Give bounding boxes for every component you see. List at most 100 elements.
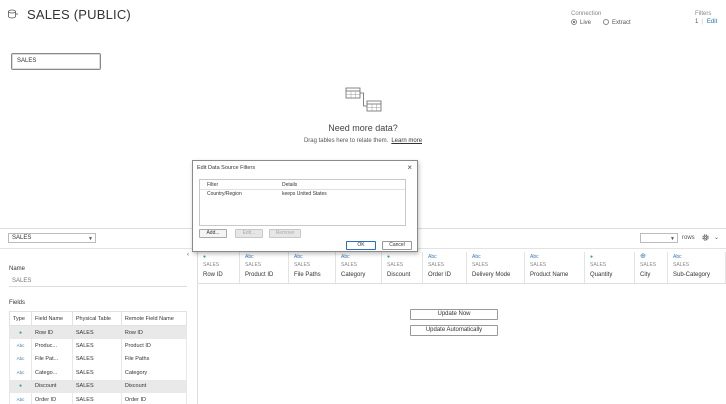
- grid-column-header[interactable]: ⊕ SALES City: [635, 252, 668, 283]
- field-type-cell[interactable]: Abc: [9, 393, 32, 404]
- field-field-cell[interactable]: Produc...: [31, 339, 73, 353]
- column-source: SALES: [640, 262, 657, 268]
- table-row[interactable]: Abc File Pat... SALES File Paths: [9, 352, 188, 366]
- string-type-icon[interactable]: Abc: [673, 254, 682, 260]
- number-type-icon[interactable]: ●: [203, 254, 206, 260]
- learn-more-link[interactable]: Learn more: [391, 138, 422, 144]
- field-remote-cell: Product ID: [120, 339, 188, 353]
- filters-list: Filter Details Country/Region keeps Unit…: [199, 179, 406, 226]
- table-select[interactable]: SALES ▼: [8, 233, 96, 243]
- column-source: SALES: [673, 262, 690, 268]
- field-type-cell[interactable]: ●: [9, 325, 32, 339]
- chevron-down-icon: ▼: [670, 236, 675, 242]
- filters-label: Filters: [695, 11, 712, 17]
- dialog-title: Edit Data Source Filters: [197, 165, 256, 171]
- connection-live-radio[interactable]: Live: [571, 19, 591, 26]
- col-remote-field-name[interactable]: Remote Field Name: [120, 311, 188, 326]
- string-type-icon[interactable]: Abc: [245, 254, 254, 260]
- field-table-cell: SALES: [71, 393, 122, 404]
- table-row[interactable]: ● Discount SALES Discount: [9, 379, 188, 393]
- column-source: SALES: [590, 262, 607, 268]
- collapse-left-icon[interactable]: ‹: [187, 252, 189, 258]
- field-remote-cell: Row ID: [120, 325, 188, 339]
- table-row[interactable]: Abc Catego... SALES Category: [9, 366, 188, 380]
- close-icon[interactable]: ×: [407, 163, 412, 172]
- chevron-down-icon[interactable]: ⌄: [714, 234, 719, 241]
- string-type-icon[interactable]: Abc: [17, 356, 25, 361]
- canvas-table-sales[interactable]: SALES: [11, 53, 101, 70]
- table-row[interactable]: Abc Order ID SALES Order ID: [9, 393, 188, 404]
- empty-canvas-title: Need more data?: [328, 123, 398, 133]
- filters-col-details: Details: [282, 182, 298, 188]
- grid-column-header[interactable]: Abc SALES Product ID: [240, 252, 289, 283]
- number-type-icon[interactable]: ●: [590, 254, 593, 260]
- field-field-cell[interactable]: File Pat...: [31, 352, 73, 366]
- number-type-icon[interactable]: ●: [19, 330, 22, 336]
- cancel-button[interactable]: Cancel: [382, 241, 412, 250]
- column-name: Quantity: [590, 272, 613, 278]
- field-type-cell[interactable]: ●: [9, 379, 32, 393]
- string-type-icon[interactable]: Abc: [17, 370, 25, 375]
- string-type-icon[interactable]: Abc: [294, 254, 303, 260]
- field-type-cell[interactable]: Abc: [9, 339, 32, 353]
- string-type-icon[interactable]: Abc: [530, 254, 539, 260]
- add-filter-button[interactable]: Add...: [199, 229, 227, 238]
- grid-column-header[interactable]: Abc SALES Order ID: [423, 252, 467, 283]
- field-table-cell: SALES: [71, 352, 122, 366]
- field-field-cell[interactable]: Discount: [31, 379, 73, 393]
- column-source: SALES: [530, 262, 547, 268]
- grid-header-divider: [198, 283, 726, 284]
- grid-column-header[interactable]: Abc SALES Delivery Mode: [467, 252, 525, 283]
- table-row[interactable]: ● Row ID SALES Row ID: [9, 325, 188, 339]
- field-table-cell: SALES: [71, 325, 122, 339]
- field-type-cell[interactable]: Abc: [9, 366, 32, 380]
- filter-details: keeps United States: [282, 191, 327, 197]
- column-name: Delivery Mode: [472, 272, 511, 278]
- grid-column-header[interactable]: ● SALES Row ID: [198, 252, 240, 283]
- grid-column-header[interactable]: Abc SALES Sub-Category: [668, 252, 726, 283]
- number-type-icon[interactable]: ●: [19, 383, 22, 389]
- field-field-cell[interactable]: Order ID: [31, 393, 73, 404]
- string-type-icon[interactable]: Abc: [428, 254, 437, 260]
- rows-input[interactable]: ▼: [640, 233, 678, 243]
- column-name: Row ID: [203, 272, 223, 278]
- column-name: Order ID: [428, 272, 452, 278]
- string-type-icon[interactable]: Abc: [17, 343, 25, 348]
- gear-icon[interactable]: [701, 233, 710, 242]
- fields-label: Fields: [9, 300, 26, 306]
- grid-column-header[interactable]: ● SALES Quantity: [585, 252, 635, 283]
- edit-filter-button[interactable]: Edit...: [235, 229, 263, 238]
- filters-edit-link[interactable]: Edit: [707, 19, 717, 25]
- name-field[interactable]: SALES: [9, 276, 187, 287]
- column-name: Product ID: [245, 272, 274, 278]
- connection-extract-radio[interactable]: Extract: [603, 19, 631, 26]
- field-field-cell[interactable]: Row ID: [31, 325, 73, 339]
- ok-button[interactable]: OK: [346, 241, 376, 250]
- string-type-icon[interactable]: Abc: [472, 254, 481, 260]
- number-type-icon[interactable]: ●: [387, 254, 390, 260]
- grid-column-header[interactable]: Abc SALES Category: [336, 252, 382, 283]
- grid-column-header[interactable]: Abc SALES File Paths: [289, 252, 336, 283]
- filter-name: Country/Region: [207, 191, 242, 197]
- update-now-button[interactable]: Update Now: [410, 309, 498, 320]
- col-type[interactable]: Type: [9, 311, 32, 326]
- remove-filter-button[interactable]: Remove: [269, 229, 301, 238]
- table-row[interactable]: Abc Produc... SALES Product ID: [9, 339, 188, 353]
- update-automatically-button[interactable]: Update Automatically: [410, 325, 498, 336]
- col-physical-table[interactable]: Physical Table: [71, 311, 122, 326]
- globe-icon[interactable]: ⊕: [640, 252, 646, 260]
- name-label: Name: [9, 266, 26, 272]
- column-source: SALES: [341, 262, 358, 268]
- filters-list-divider: [200, 189, 405, 190]
- field-type-cell[interactable]: Abc: [9, 352, 32, 366]
- grid-column-header[interactable]: Abc SALES Product Name: [525, 252, 585, 283]
- string-type-icon[interactable]: Abc: [17, 397, 25, 402]
- col-field-name[interactable]: Field Name: [31, 311, 73, 326]
- fields-table: Type Field Name Physical Table Remote Fi…: [9, 311, 188, 404]
- string-type-icon[interactable]: Abc: [341, 254, 350, 260]
- field-remote-cell: Category: [120, 366, 188, 380]
- column-source: SALES: [294, 262, 311, 268]
- field-field-cell[interactable]: Catego...: [31, 366, 73, 380]
- column-name: Discount: [387, 272, 411, 278]
- grid-column-header[interactable]: ● SALES Discount: [382, 252, 423, 283]
